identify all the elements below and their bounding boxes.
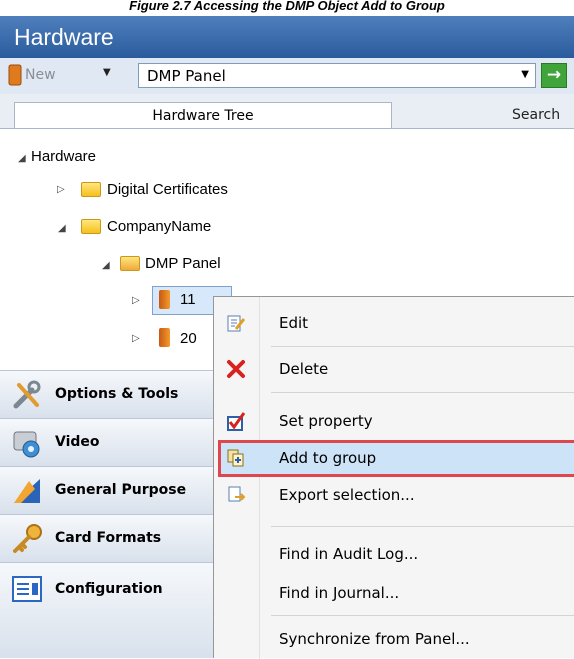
toolbar: New ▼ DMP Panel ▼ → [0, 58, 574, 95]
menu-separator [271, 526, 574, 527]
folder-icon [81, 219, 101, 234]
collapse-arrow-icon[interactable]: ◢ [18, 153, 26, 164]
menu-item-label: Export selection... [279, 486, 415, 504]
nav-label: Options & Tools [55, 386, 179, 402]
tools-icon [13, 380, 41, 409]
hardware-type-value: DMP Panel [147, 67, 226, 85]
nav-options-tools[interactable]: Options & Tools [0, 370, 214, 418]
camera-icon [13, 431, 40, 458]
menu-item-label: Find in Audit Log... [279, 545, 419, 563]
panel-icon [8, 64, 22, 86]
nav-video[interactable]: Video [0, 418, 214, 466]
tab-hardware-tree[interactable]: Hardware Tree [14, 102, 392, 129]
expand-arrow-icon[interactable]: ▷ [132, 295, 140, 306]
nav-configuration[interactable]: Configuration [0, 562, 214, 658]
edit-icon [227, 315, 246, 332]
tree-node-hardware[interactable]: Hardware [31, 148, 96, 165]
menu-item-find-in-audit-log[interactable]: Find in Audit Log... [214, 536, 574, 573]
general-purpose-icon [14, 479, 40, 503]
menu-item-delete[interactable]: Delete [214, 351, 574, 388]
delete-icon [227, 360, 245, 378]
add-to-group-icon [227, 449, 244, 467]
menu-item-find-in-journal[interactable]: Find in Journal... [214, 575, 574, 612]
menu-separator [271, 615, 574, 616]
menu-item-add-to-group[interactable]: Add to group [214, 440, 574, 477]
menu-item-label: Add to group [279, 449, 377, 467]
menu-item-label: Set property [279, 412, 373, 430]
tree-node-11[interactable]: 11 [180, 291, 196, 308]
key-icon [13, 524, 42, 553]
configuration-icon [12, 576, 42, 602]
window-title: Hardware [0, 16, 574, 58]
expand-arrow-icon[interactable]: ▷ [132, 333, 140, 344]
menu-item-label: Synchronize from Panel... [279, 630, 470, 648]
go-button[interactable]: → [541, 63, 567, 88]
figure-caption: Figure 2.7 Accessing the DMP Object Add … [129, 0, 445, 13]
collapse-arrow-icon[interactable]: ◢ [58, 223, 66, 234]
menu-item-synchronize-from-panel[interactable]: Synchronize from Panel... [214, 621, 574, 658]
context-menu: Edit Delete Set property Add to group Ex… [213, 296, 574, 659]
nav-label: Video [55, 434, 100, 450]
tree-node-dmp-panel[interactable]: DMP Panel [145, 255, 221, 272]
panel-icon [159, 328, 170, 347]
menu-item-label: Find in Journal... [279, 584, 400, 602]
tab-search[interactable]: Search [512, 102, 560, 128]
menu-separator [271, 346, 574, 347]
tab-strip: Hardware Tree Search [0, 94, 574, 129]
export-icon [228, 486, 246, 502]
tree-node-20[interactable]: 20 [180, 330, 197, 347]
checkbox-icon [227, 412, 246, 431]
menu-item-export-selection[interactable]: Export selection... [214, 477, 574, 514]
menu-item-label: Edit [279, 314, 309, 332]
new-dropdown-arrow-icon[interactable]: ▼ [103, 67, 111, 78]
nav-label: Configuration [55, 581, 163, 597]
menu-item-label: Delete [279, 360, 329, 378]
tree-node-digital-certificates[interactable]: Digital Certificates [107, 181, 228, 198]
nav-card-formats[interactable]: Card Formats [0, 514, 214, 562]
panel-folder-icon [120, 256, 140, 271]
collapse-arrow-icon[interactable]: ◢ [102, 260, 110, 271]
nav-general-purpose[interactable]: General Purpose [0, 466, 214, 514]
hardware-type-select[interactable]: DMP Panel ▼ [138, 63, 536, 88]
menu-item-set-property[interactable]: Set property [214, 403, 574, 440]
expand-arrow-icon[interactable]: ▷ [57, 184, 65, 195]
menu-separator [271, 392, 574, 393]
nav-label: General Purpose [55, 482, 187, 498]
folder-icon [81, 182, 101, 197]
nav-label: Card Formats [55, 530, 162, 546]
new-button[interactable]: New [25, 67, 56, 83]
chevron-down-icon[interactable]: ▼ [521, 69, 529, 80]
menu-item-edit[interactable]: Edit [214, 305, 574, 342]
panel-icon [159, 290, 170, 309]
tree-node-companyname[interactable]: CompanyName [107, 218, 211, 235]
